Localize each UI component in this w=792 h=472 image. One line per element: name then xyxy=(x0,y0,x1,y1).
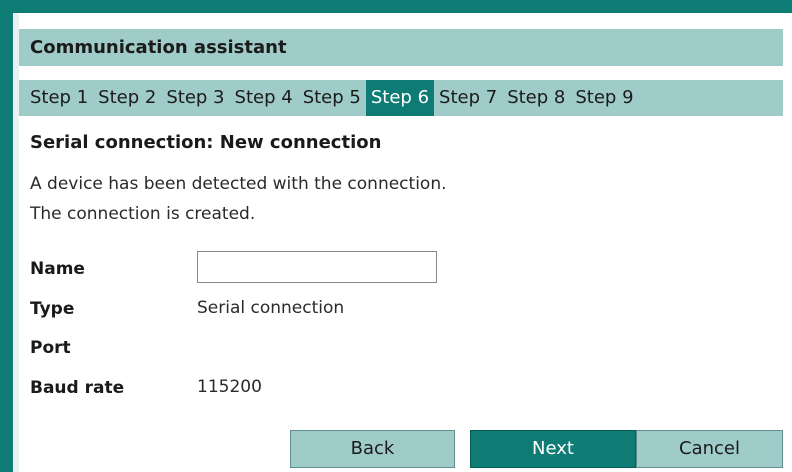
step-tab-4[interactable]: Step 4 xyxy=(230,80,298,116)
window-frame-left xyxy=(0,0,13,472)
dialog-title: Communication assistant xyxy=(19,29,783,66)
description-line-1: A device has been detected with the conn… xyxy=(30,174,447,194)
description-line-2: The connection is created. xyxy=(30,204,256,224)
type-value: Serial connection xyxy=(197,298,345,318)
port-label: Port xyxy=(30,338,71,358)
cancel-button[interactable]: Cancel xyxy=(636,430,783,468)
step-tab-8[interactable]: Step 8 xyxy=(502,80,570,116)
step-navigation: Step 1 Step 2 Step 3 Step 4 Step 5 Step … xyxy=(19,80,783,116)
section-heading: Serial connection: New connection xyxy=(30,132,382,153)
back-button[interactable]: Back xyxy=(290,430,455,468)
window-frame-top xyxy=(0,0,792,13)
step-tab-1[interactable]: Step 1 xyxy=(25,80,93,116)
baud-rate-label: Baud rate xyxy=(30,378,125,398)
step-tab-5[interactable]: Step 5 xyxy=(298,80,366,116)
step-tab-9[interactable]: Step 9 xyxy=(570,80,638,116)
step-tab-6[interactable]: Step 6 xyxy=(365,80,435,116)
step-tab-2[interactable]: Step 2 xyxy=(93,80,161,116)
baud-rate-value: 115200 xyxy=(197,377,262,397)
next-button[interactable]: Next xyxy=(470,430,636,468)
type-label: Type xyxy=(30,299,75,319)
name-input[interactable] xyxy=(197,251,437,283)
name-label: Name xyxy=(30,259,85,279)
step-tab-7[interactable]: Step 7 xyxy=(434,80,502,116)
step-tab-3[interactable]: Step 3 xyxy=(161,80,229,116)
